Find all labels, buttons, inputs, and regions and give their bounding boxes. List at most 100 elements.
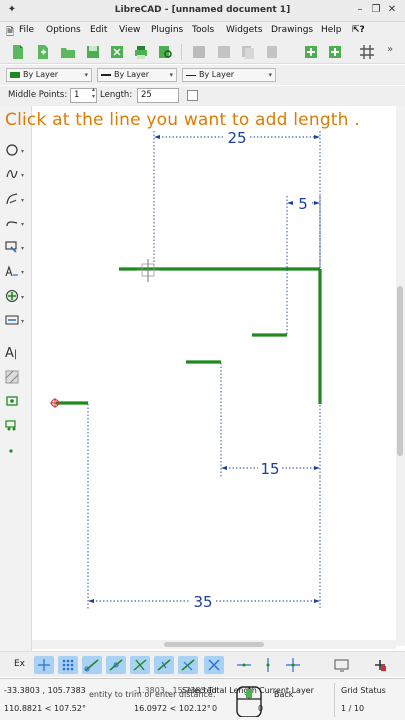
- crosshair-cursor-icon: [137, 259, 159, 282]
- menu-drawings[interactable]: Drawings: [271, 25, 313, 35]
- dim-right-arrow-right: [314, 201, 320, 205]
- minimize-icon[interactable]: –: [354, 4, 366, 16]
- dimension-extensions: [87, 131, 321, 610]
- menu-options[interactable]: Options: [46, 25, 81, 35]
- modify-tool-icon[interactable]: ▾: [5, 313, 27, 331]
- linewidth-sample-icon: [186, 75, 196, 76]
- image-tool-icon[interactable]: [5, 394, 27, 412]
- menu-bar: 🗎 File Options Edit View Plugins Tools W…: [0, 22, 405, 40]
- curve-tool-icon[interactable]: ▾: [5, 167, 27, 185]
- color-combo[interactable]: By Layer ▾: [6, 68, 92, 82]
- menu-help[interactable]: Help: [321, 25, 342, 35]
- dim-mid-text: 15: [260, 460, 279, 478]
- linewidth-combo[interactable]: By Layer ▾: [182, 68, 276, 82]
- vertical-scrollbar[interactable]: [396, 106, 405, 646]
- lock-relative-zero-button[interactable]: [370, 656, 390, 674]
- status-separator: [334, 683, 335, 717]
- length-value: 25: [141, 90, 152, 100]
- restore-icon[interactable]: ❐: [370, 4, 382, 16]
- close-icon[interactable]: ✕: [386, 4, 398, 16]
- length-input[interactable]: 25: [137, 88, 179, 103]
- drawing-canvas[interactable]: 25 5 15 35: [32, 106, 396, 646]
- main-toolbar: »: [0, 40, 405, 64]
- help-whatsthis-icon[interactable]: ⇱?: [352, 25, 365, 35]
- linewidth-combo-value: By Layer: [199, 70, 235, 79]
- menu-plugins[interactable]: Plugins: [151, 25, 183, 35]
- layer-insert-icon[interactable]: [327, 44, 343, 60]
- exclusive-snap-label[interactable]: Ex: [14, 659, 25, 669]
- block-insert-tool-icon[interactable]: [5, 418, 27, 436]
- snap-free-button[interactable]: [34, 656, 54, 674]
- menu-edit[interactable]: Edit: [90, 25, 107, 35]
- absolute-coordinates: -33.3803 , 105.7383: [4, 686, 86, 695]
- selected-value: 0: [212, 704, 218, 713]
- snap-grid-button[interactable]: [58, 656, 78, 674]
- layer-add-icon[interactable]: [303, 44, 319, 60]
- restrict-horizontal-button[interactable]: [234, 656, 254, 674]
- toolbar-separator: [181, 44, 182, 60]
- dim-bottom-arrow-right: [314, 599, 320, 603]
- snap-center-button[interactable]: [130, 656, 150, 674]
- grid-icon[interactable]: [359, 44, 375, 60]
- save-as-icon[interactable]: [109, 44, 125, 60]
- print-icon[interactable]: [133, 44, 149, 60]
- snap-intersection-button[interactable]: [204, 656, 224, 674]
- print-preview-icon[interactable]: [157, 44, 173, 60]
- snap-toolbar: Ex: [0, 651, 405, 677]
- chevron-down-icon: ▾: [268, 71, 272, 79]
- snap-on-entity-button[interactable]: [106, 656, 126, 674]
- circle-tool-icon[interactable]: ▾: [5, 143, 27, 161]
- middle-points-value: 1: [74, 90, 80, 100]
- open-folder-icon[interactable]: [60, 44, 76, 60]
- menu-widgets[interactable]: Widgets: [226, 25, 262, 35]
- relative-zero-button[interactable]: [332, 656, 352, 674]
- option-checkbox[interactable]: [187, 90, 198, 101]
- middle-points-spinbox[interactable]: 1 ▴ ▾: [70, 86, 97, 103]
- hatch-tool-icon[interactable]: [5, 370, 27, 388]
- select-tool-icon[interactable]: ▾: [5, 240, 27, 258]
- linetype-sample-icon: [101, 74, 111, 76]
- cut-icon[interactable]: [216, 44, 232, 60]
- restrict-orthogonal-button[interactable]: [283, 656, 303, 674]
- menu-tools[interactable]: Tools: [192, 25, 214, 35]
- save-icon[interactable]: [85, 44, 101, 60]
- middle-points-label: Middle Points:: [8, 90, 68, 100]
- spin-arrows-icon[interactable]: ▴ ▾: [92, 86, 95, 100]
- current-layer-name: Back: [274, 690, 294, 699]
- tool-options-bar: Middle Points: 1 ▴ ▾ Length: 25: [0, 86, 405, 106]
- snap-distance-button[interactable]: [178, 656, 198, 674]
- dim-right-text: 5: [298, 195, 308, 213]
- paste-icon[interactable]: [264, 44, 280, 60]
- dimension-arrows: [88, 135, 320, 603]
- drawing-svg[interactable]: 25 5 15 35: [32, 106, 396, 646]
- color-combo-value: By Layer: [23, 70, 59, 79]
- new-file-icon[interactable]: [10, 44, 26, 60]
- dim-mid-arrow-right: [314, 466, 320, 470]
- vertical-scroll-thumb[interactable]: [397, 286, 403, 456]
- copy-icon[interactable]: [240, 44, 256, 60]
- menu-view[interactable]: View: [119, 25, 140, 35]
- dim-mid-arrow-left: [221, 466, 227, 470]
- color-swatch-icon: [10, 72, 20, 78]
- new-from-template-icon[interactable]: [35, 44, 51, 60]
- snap-tool-icon[interactable]: ▾: [5, 289, 27, 307]
- linetype-combo-value: By Layer: [114, 70, 150, 79]
- snap-middle-button[interactable]: [154, 656, 174, 674]
- restrict-vertical-button[interactable]: [258, 656, 278, 674]
- text-tool-icon[interactable]: A|: [5, 346, 27, 364]
- dimension-tool-icon[interactable]: ▾: [5, 264, 27, 282]
- dimension-texts: 25 5 15 35: [193, 129, 307, 611]
- command-prompt-text: Click at the line you want to add length…: [5, 110, 360, 130]
- point-tool-icon[interactable]: [5, 444, 27, 462]
- menu-file[interactable]: File: [19, 25, 34, 35]
- polyline-tool-icon[interactable]: ▾: [5, 192, 27, 210]
- drawing-entities[interactable]: [56, 267, 322, 405]
- horizontal-scrollbar[interactable]: [32, 640, 396, 649]
- snap-endpoint-button[interactable]: [82, 656, 102, 674]
- linetype-combo[interactable]: By Layer ▾: [97, 68, 177, 82]
- block-icon[interactable]: [191, 44, 207, 60]
- toolbar-overflow-icon[interactable]: »: [387, 44, 403, 60]
- horizontal-scroll-thumb[interactable]: [164, 642, 264, 647]
- arc-tool-icon[interactable]: ▾: [5, 216, 27, 234]
- chevron-down-icon: ▾: [169, 71, 173, 79]
